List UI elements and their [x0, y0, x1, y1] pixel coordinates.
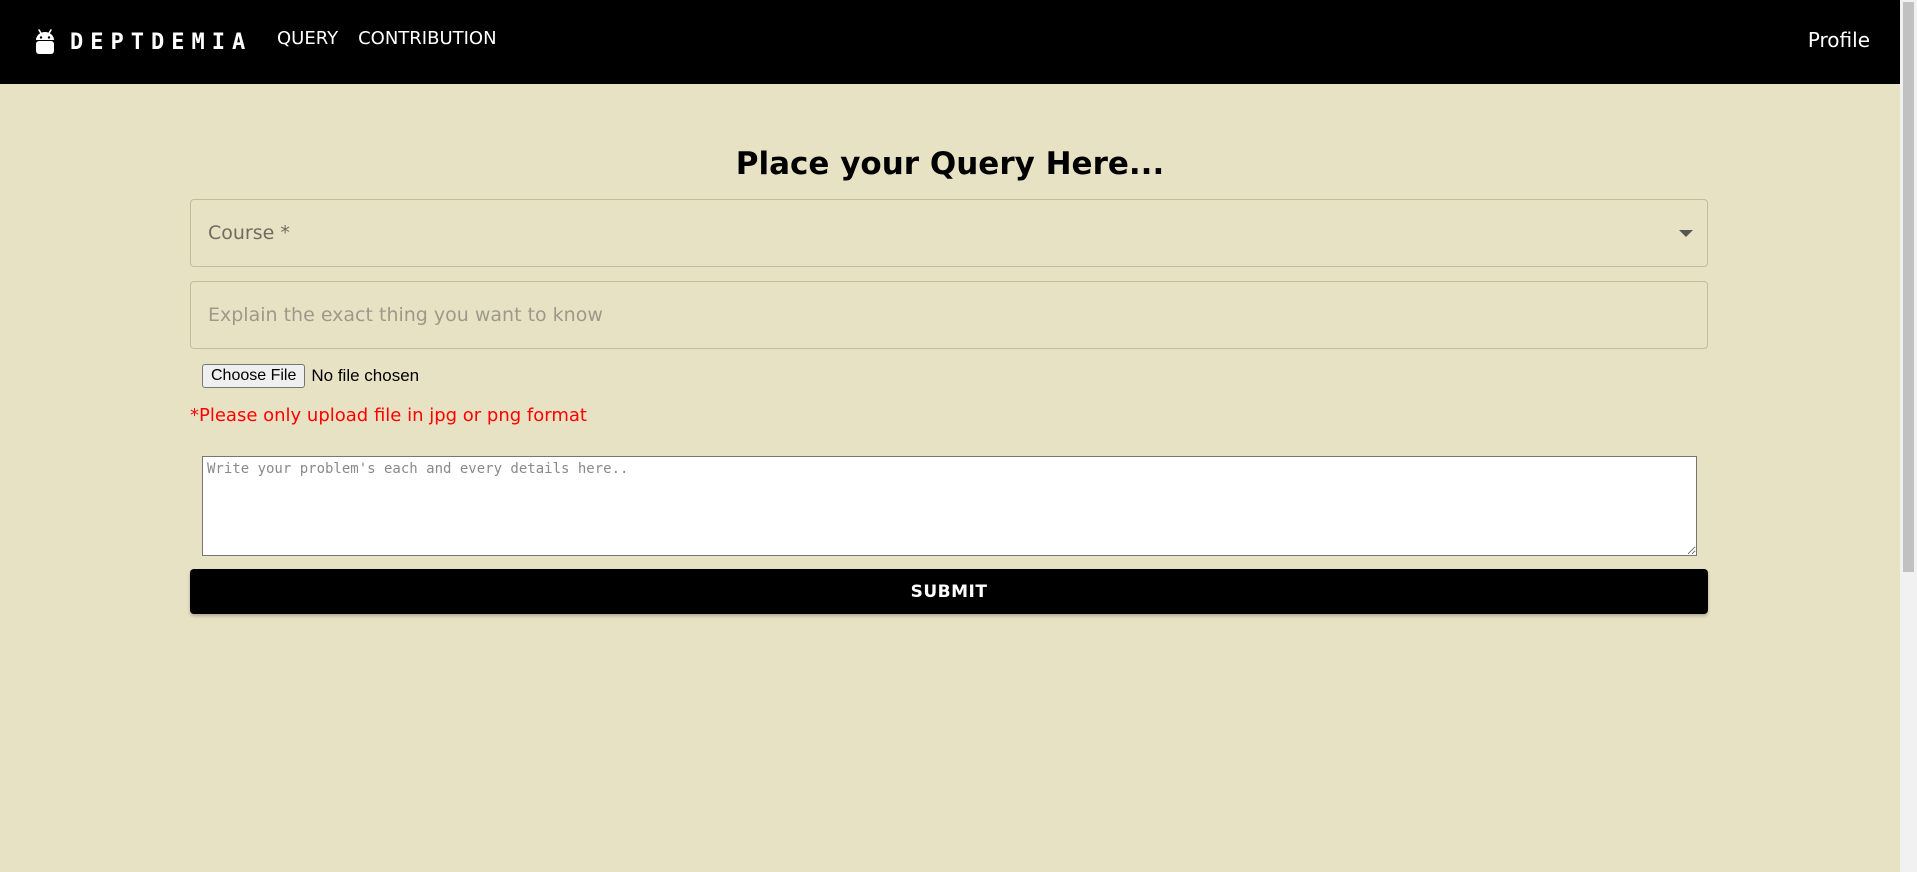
- chevron-down-icon[interactable]: [1679, 230, 1693, 237]
- top-navbar: DEPTDEMIA QUERY CONTRIBUTION Profile: [0, 0, 1900, 84]
- page-title: Place your Query Here...: [735, 146, 1165, 182]
- android-icon: [36, 29, 54, 54]
- upload-format-note: *Please only upload file in jpg or png f…: [190, 405, 587, 426]
- scrollbar-thumb[interactable]: [1903, 2, 1914, 572]
- main-nav: QUERY CONTRIBUTION: [277, 28, 497, 49]
- brand[interactable]: DEPTDEMIA: [34, 26, 252, 58]
- explain-input-placeholder: Explain the exact thing you want to know: [208, 304, 603, 326]
- file-status: No file chosen: [311, 366, 420, 385]
- submit-button[interactable]: SUBMIT: [190, 569, 1708, 614]
- course-select[interactable]: Course *: [190, 199, 1708, 267]
- page: DEPTDEMIA QUERY CONTRIBUTION Profile Pla…: [0, 0, 1917, 872]
- file-upload: Choose File No file chosen: [202, 364, 419, 388]
- profile-link[interactable]: Profile: [1808, 28, 1870, 52]
- choose-file-button[interactable]: Choose File: [202, 364, 306, 388]
- vertical-scrollbar[interactable]: [1900, 0, 1917, 872]
- problem-details-textarea[interactable]: [202, 456, 1697, 556]
- brand-name: DEPTDEMIA: [70, 29, 253, 55]
- course-select-label: Course *: [208, 222, 290, 244]
- explain-input[interactable]: Explain the exact thing you want to know: [190, 281, 1708, 349]
- nav-link-contribution[interactable]: CONTRIBUTION: [358, 28, 496, 49]
- nav-link-query[interactable]: QUERY: [277, 28, 338, 49]
